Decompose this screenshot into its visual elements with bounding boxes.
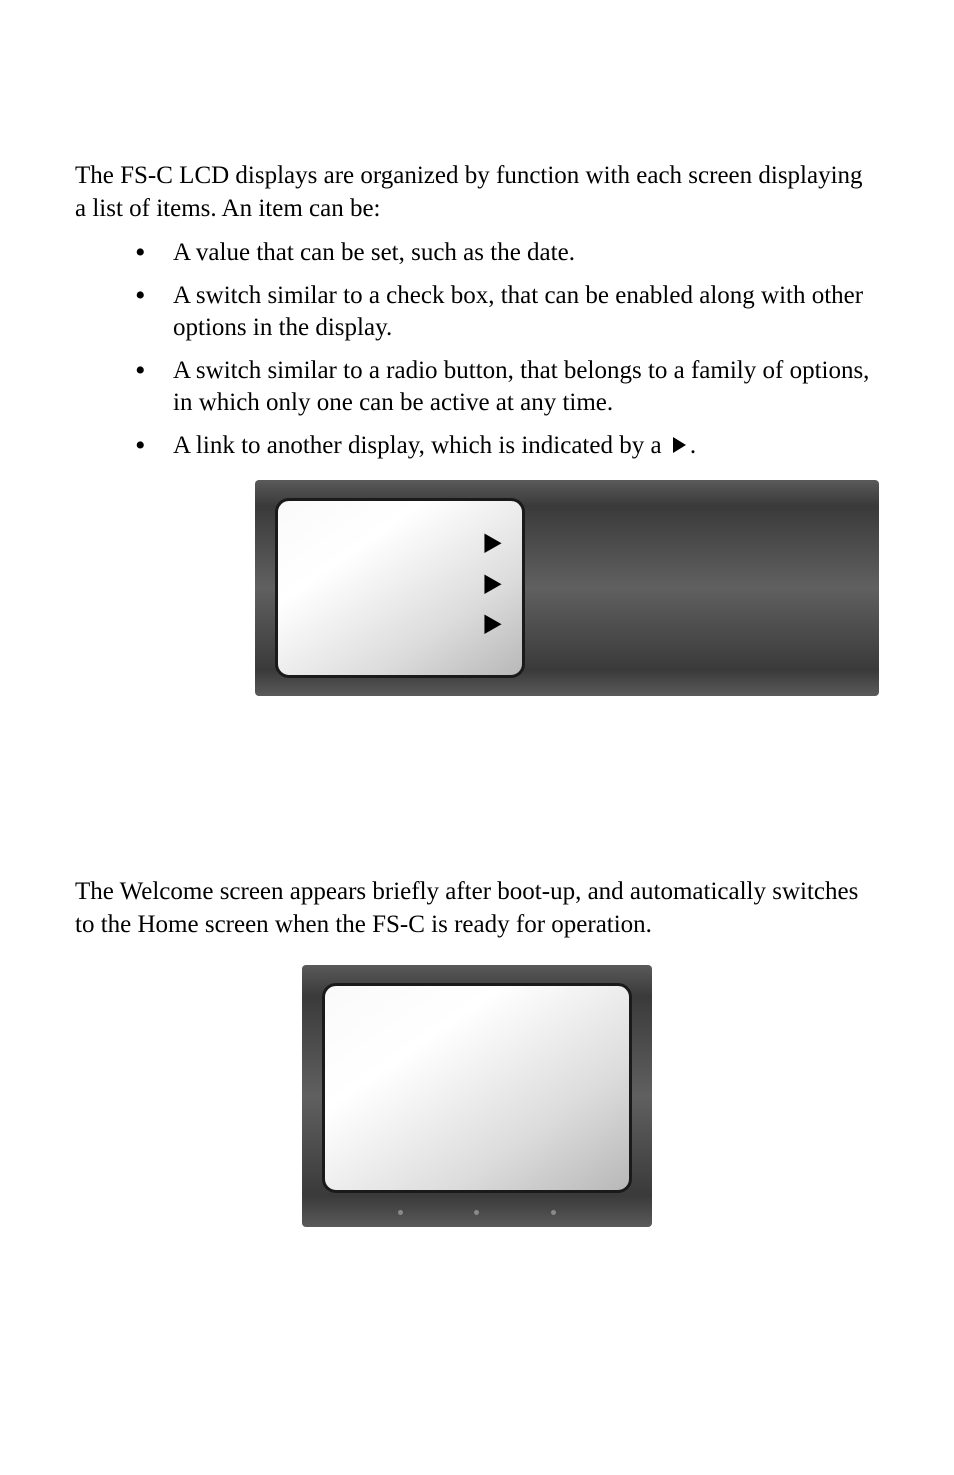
item-list: A value that can be set, such as the dat… (75, 237, 879, 462)
triangle-right-icon (482, 612, 504, 645)
triangle-right-icon (482, 531, 504, 564)
list-item-text: A link to another display, which is indi… (173, 432, 668, 459)
dot-icon (398, 1210, 403, 1215)
lcd-illustration-navigation (255, 480, 879, 696)
list-item: A link to another display, which is indi… (135, 430, 879, 463)
welcome-paragraph: The Welcome screen appears briefly after… (75, 876, 879, 941)
intro-paragraph: The FS-C LCD displays are organized by f… (75, 160, 879, 225)
list-item: A value that can be set, such as the dat… (135, 237, 879, 270)
lcd-screen (322, 983, 632, 1193)
lcd-bezel (302, 965, 652, 1227)
arrow-indicators (482, 531, 504, 645)
dot-icon (551, 1210, 556, 1215)
bezel-dots (302, 1210, 652, 1215)
list-item: A switch similar to a radio button, that… (135, 355, 879, 420)
list-item-suffix: . (690, 432, 696, 459)
triangle-right-icon (670, 436, 688, 454)
lcd-screen (275, 498, 525, 678)
lcd-illustration-welcome (75, 965, 879, 1227)
triangle-right-icon (482, 572, 504, 605)
dot-icon (474, 1210, 479, 1215)
list-item: A switch similar to a check box, that ca… (135, 280, 879, 345)
lcd-bezel (255, 480, 879, 696)
